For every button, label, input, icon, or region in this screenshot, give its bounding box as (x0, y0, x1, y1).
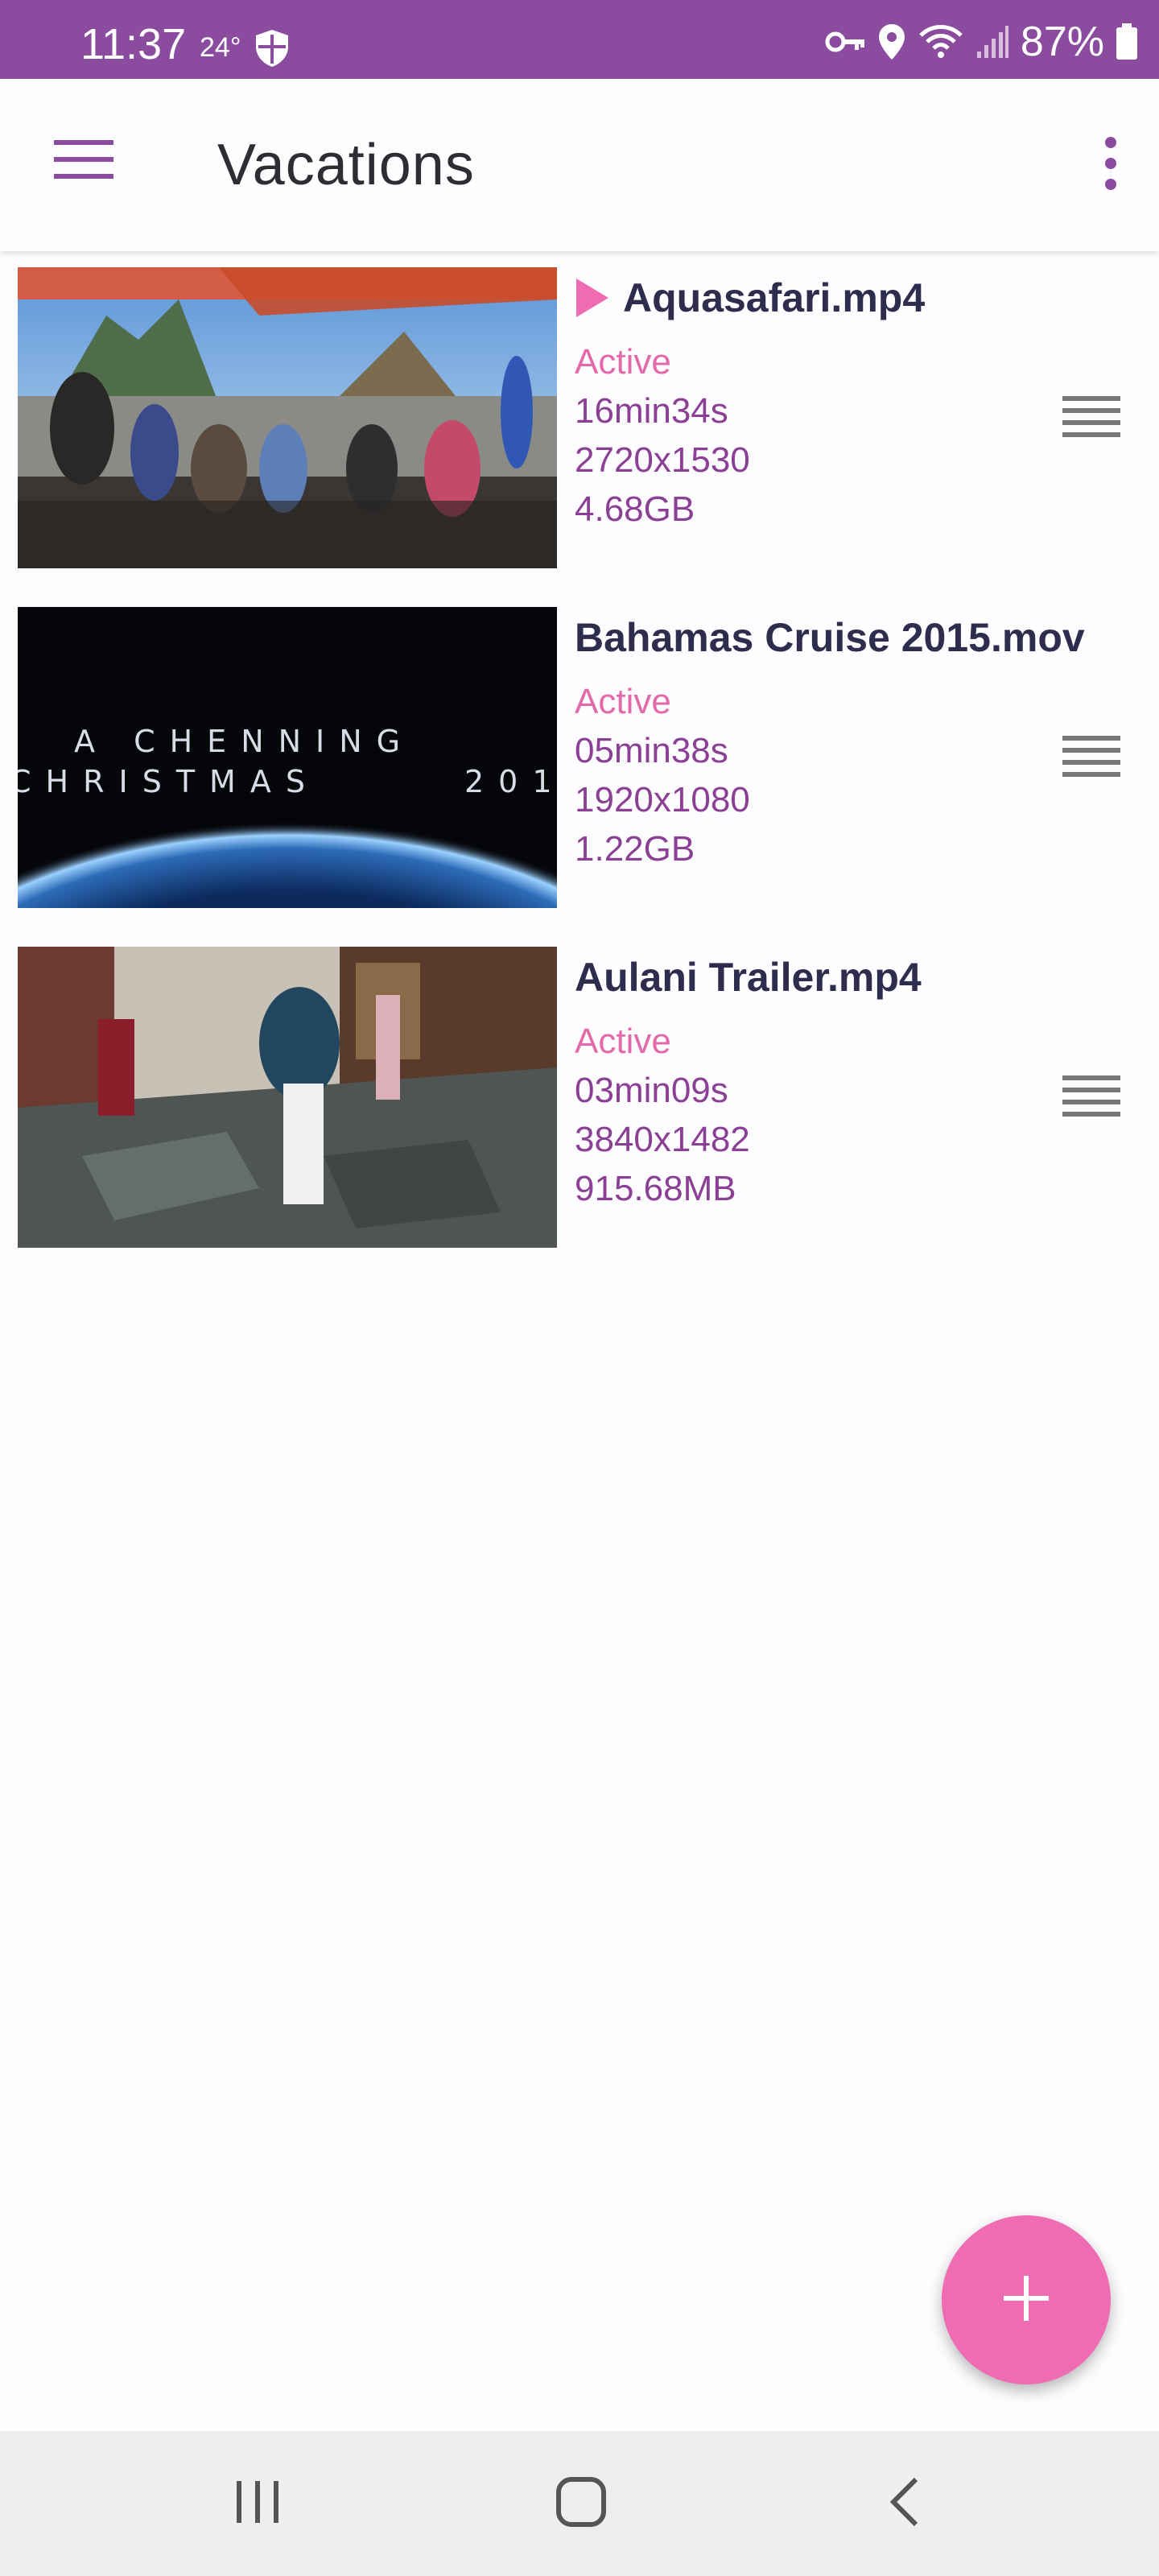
thumbnail-text-line2: CHRISTMAS (18, 764, 320, 799)
more-vert-icon (1103, 135, 1119, 196)
video-info: Aquasafari.mp4 Active 16min34s 2720x1530… (575, 266, 1106, 534)
app-bar: Vacations (0, 79, 1159, 251)
video-duration: 03min09s (575, 1071, 728, 1110)
video-info: Bahamas Cruise 2015.mov Active 05min38s … (575, 605, 1106, 873)
video-list: Aquasafari.mp4 Active 16min34s 2720x1530… (0, 266, 1159, 1285)
video-duration: 16min34s (575, 391, 728, 431)
hamburger-menu-icon (54, 138, 113, 184)
shield-icon (251, 27, 293, 69)
video-duration: 05min38s (575, 731, 728, 770)
video-title: Aquasafari.mp4 (623, 275, 926, 320)
status-icons: 87% (824, 18, 1138, 66)
wifi-icon (918, 23, 964, 61)
overflow-menu-button[interactable] (1087, 129, 1135, 201)
add-video-button[interactable] (942, 2215, 1111, 2384)
drag-handle-icon[interactable] (1062, 734, 1120, 779)
video-resolution: 3840x1482 (575, 1120, 750, 1159)
back-icon (889, 2476, 921, 2532)
video-title: Aulani Trailer.mp4 (575, 955, 922, 1000)
drag-handle-icon[interactable] (1062, 394, 1120, 440)
video-status: Active (575, 1022, 671, 1061)
video-resolution: 1920x1080 (575, 780, 750, 819)
recents-button[interactable] (209, 2463, 306, 2544)
status-bar: 11:37 24° 87% (0, 0, 1159, 79)
key-icon (824, 26, 866, 58)
video-item[interactable]: A CHENNING CHRISTMAS 2015 Bahamas Cruise… (0, 605, 1159, 945)
video-status: Active (575, 342, 671, 382)
video-thumbnail[interactable] (18, 267, 557, 568)
recents-icon (233, 2479, 282, 2529)
back-button[interactable] (856, 2463, 953, 2544)
home-button[interactable] (533, 2463, 629, 2544)
menu-button[interactable] (42, 129, 126, 193)
video-item[interactable]: Aulani Trailer.mp4 Active 03min09s 3840x… (0, 945, 1159, 1285)
video-size: 1.22GB (575, 829, 695, 869)
system-nav-bar (0, 2431, 1159, 2576)
home-icon (555, 2476, 607, 2532)
play-icon (575, 277, 610, 319)
battery-icon (1116, 23, 1138, 60)
video-title: Bahamas Cruise 2015.mov (575, 615, 1085, 660)
video-size: 4.68GB (575, 489, 695, 529)
video-resolution: 2720x1530 (575, 440, 750, 480)
signal-icon (975, 24, 1009, 60)
video-size: 915.68MB (575, 1169, 736, 1208)
drag-handle-icon[interactable] (1062, 1074, 1120, 1119)
status-time: 11:37 (80, 20, 187, 68)
video-thumbnail[interactable]: A CHENNING CHRISTMAS 2015 (18, 607, 557, 908)
thumbnail-text-year: 2015 (464, 764, 557, 799)
location-icon (877, 23, 906, 61)
video-title-row: Bahamas Cruise 2015.mov (575, 605, 1106, 670)
battery-percentage: 87% (1020, 19, 1104, 65)
video-status: Active (575, 682, 671, 721)
status-temperature: 24° (200, 32, 241, 63)
video-title-row: Aquasafari.mp4 (575, 266, 1106, 330)
video-title-row: Aulani Trailer.mp4 (575, 945, 1106, 1009)
video-thumbnail[interactable] (18, 947, 557, 1248)
page-title: Vacations (217, 133, 475, 197)
video-info: Aulani Trailer.mp4 Active 03min09s 3840x… (575, 945, 1106, 1213)
plus-icon (1004, 2275, 1049, 2325)
video-item[interactable]: Aquasafari.mp4 Active 16min34s 2720x1530… (0, 266, 1159, 605)
thumbnail-text-line1: A CHENNING (74, 724, 415, 759)
